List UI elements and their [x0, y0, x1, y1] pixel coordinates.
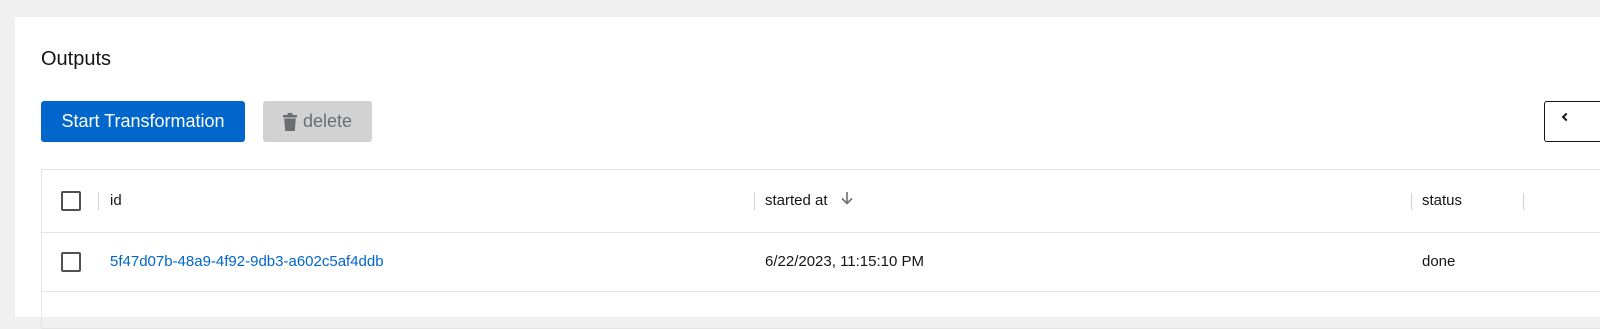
delete-button[interactable]: delete: [263, 101, 372, 142]
table-header-row: id started at status: [42, 170, 1600, 233]
chevron-toggle-button[interactable]: [1544, 101, 1600, 142]
trash-icon: [282, 112, 297, 131]
table-row: 5f47d07b-48a9-4f92-9db3-a602c5af4ddb 6/2…: [42, 233, 1600, 292]
column-separator: [754, 193, 755, 210]
delete-label: delete: [302, 111, 353, 131]
column-separator: [98, 193, 99, 210]
section-title: Outputs: [41, 48, 112, 70]
start-transformation-label: Start Transformation: [61, 111, 225, 131]
arrow-down-icon[interactable]: [840, 191, 854, 209]
row-id-link[interactable]: 5f47d07b-48a9-4f92-9db3-a602c5af4ddb: [110, 253, 384, 270]
row-started-at: 6/22/2023, 11:15:10 PM: [765, 253, 925, 270]
column-header-started-at-label: started at: [765, 192, 828, 209]
column-separator: [1523, 193, 1524, 210]
column-header-id[interactable]: id: [110, 192, 122, 209]
column-separator: [1411, 193, 1412, 210]
row-select-checkbox[interactable]: [61, 252, 81, 272]
outputs-panel: Outputs Start Transformation delete id s…: [15, 17, 1600, 329]
outputs-table: id started at status 5f47d07b-48a9-4f92-…: [41, 169, 1600, 329]
column-header-started-at[interactable]: started at: [765, 191, 854, 209]
start-transformation-button[interactable]: Start Transformation: [41, 101, 245, 142]
chevron-left-icon: [1561, 112, 1571, 122]
column-header-status[interactable]: status: [1422, 192, 1462, 209]
select-all-checkbox[interactable]: [61, 191, 81, 211]
row-status: done: [1422, 253, 1456, 270]
